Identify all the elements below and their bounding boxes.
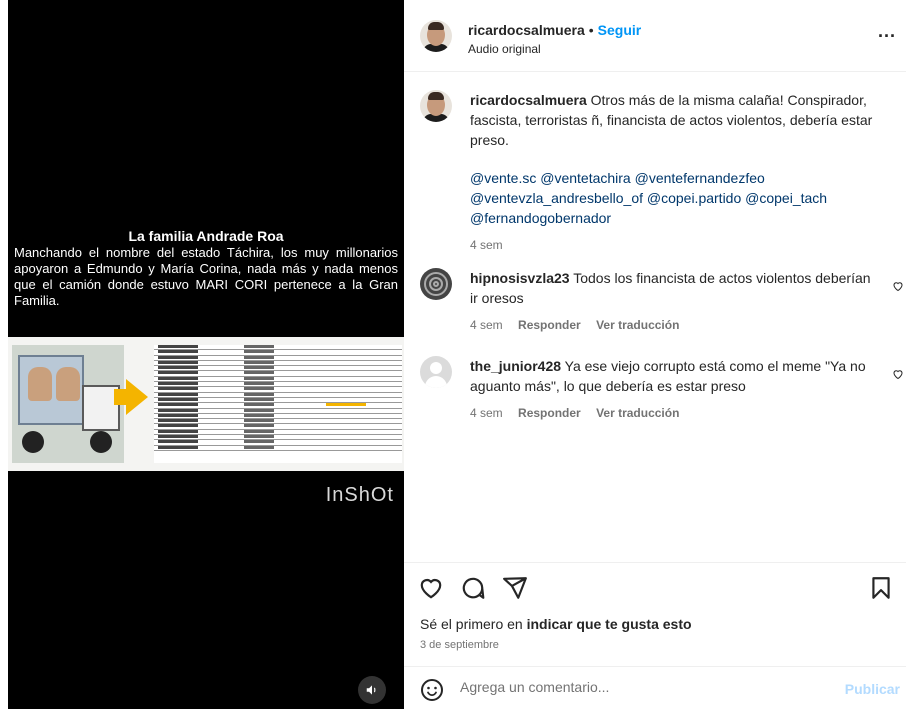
post-date[interactable]: 3 de septiembre bbox=[420, 639, 499, 651]
video-text-overlay: La familia Andrade Roa Manchando el nomb… bbox=[8, 228, 404, 328]
like-comment-heart-icon[interactable] bbox=[892, 280, 904, 292]
comment-time[interactable]: 4 sem bbox=[470, 406, 503, 420]
post-side-panel: ricardocsalmuera • Seguir Audio original .… bbox=[404, 0, 906, 709]
author-username[interactable]: ricardocsalmuera bbox=[468, 22, 585, 38]
publish-button[interactable]: Publicar bbox=[845, 681, 900, 697]
more-options-icon[interactable]: ... bbox=[878, 22, 896, 40]
highlight-underline bbox=[326, 403, 366, 406]
commenter-avatar[interactable] bbox=[420, 268, 452, 300]
comment-composer: Publicar bbox=[404, 666, 906, 709]
author-line: ricardocsalmuera • Seguir bbox=[468, 22, 641, 38]
reply-button[interactable]: Responder bbox=[518, 406, 581, 420]
first-like-link[interactable]: indicar que te gusta esto bbox=[527, 616, 692, 632]
video-frame-image bbox=[8, 337, 404, 471]
inshot-watermark: InShOt bbox=[325, 484, 394, 506]
caption-username[interactable]: ricardocsalmuera bbox=[470, 92, 587, 108]
caption-time[interactable]: 4 sem bbox=[470, 238, 503, 252]
truck-photo bbox=[12, 345, 124, 463]
follow-button[interactable]: Seguir bbox=[598, 22, 642, 38]
see-translation-button[interactable]: Ver traducción bbox=[596, 406, 679, 420]
comment-icon[interactable] bbox=[460, 575, 486, 601]
commenter-avatar[interactable] bbox=[420, 356, 452, 388]
post-actions-bar: Sé el primero en indicar que te gusta es… bbox=[404, 562, 906, 666]
comment-time[interactable]: 4 sem bbox=[470, 318, 503, 332]
comments-list[interactable]: ricardocsalmuera Otros más de la misma c… bbox=[404, 72, 906, 562]
share-icon[interactable] bbox=[502, 575, 528, 601]
comment-input[interactable] bbox=[460, 679, 840, 695]
reply-button[interactable]: Responder bbox=[518, 318, 581, 332]
speaker-icon bbox=[366, 685, 376, 695]
likes-prefix: Sé el primero en bbox=[420, 616, 527, 632]
video-title: La familia Andrade Roa bbox=[128, 228, 284, 244]
video-body-text: Manchando el nombre del estado Táchira, … bbox=[14, 245, 398, 308]
comment-username[interactable]: hipnosisvzla23 bbox=[470, 270, 570, 286]
video-player[interactable]: La familia Andrade Roa Manchando el nomb… bbox=[8, 0, 404, 709]
caption-mentions[interactable]: @vente.sc @ventetachira @ventefernandezf… bbox=[470, 168, 880, 228]
likes-line: Sé el primero en indicar que te gusta es… bbox=[420, 616, 692, 632]
post-header: ricardocsalmuera • Seguir Audio original .… bbox=[404, 0, 906, 72]
vehicle-registration-document bbox=[154, 345, 402, 463]
emoji-icon[interactable] bbox=[420, 678, 444, 702]
author-avatar[interactable] bbox=[420, 20, 452, 52]
separator-dot: • bbox=[588, 22, 594, 38]
comment-username[interactable]: the_junior428 bbox=[470, 358, 561, 374]
bookmark-icon[interactable] bbox=[868, 575, 894, 601]
audio-link[interactable]: Audio original bbox=[468, 42, 541, 56]
see-translation-button[interactable]: Ver traducción bbox=[596, 318, 679, 332]
like-comment-heart-icon[interactable] bbox=[892, 368, 904, 380]
heart-icon[interactable] bbox=[418, 575, 444, 601]
sound-toggle-button[interactable] bbox=[358, 676, 386, 704]
arrow-head-icon bbox=[126, 379, 148, 415]
caption-avatar[interactable] bbox=[420, 90, 452, 122]
